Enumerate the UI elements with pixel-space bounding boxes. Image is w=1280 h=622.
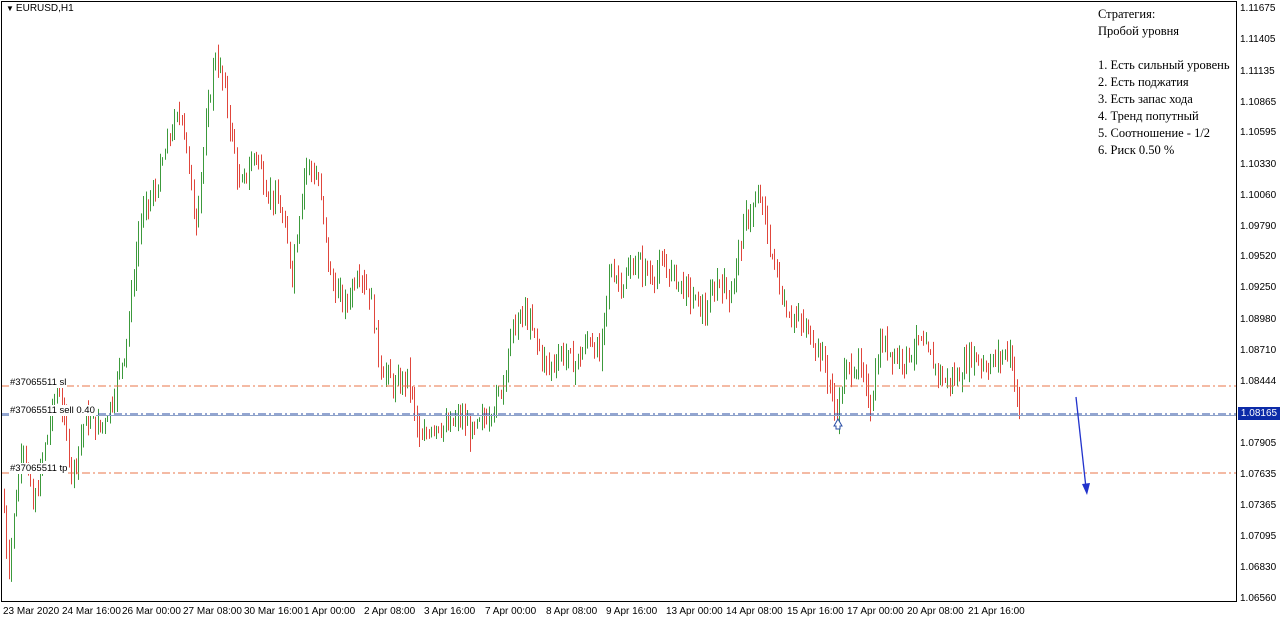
price-tick: 1.10595 — [1240, 127, 1277, 138]
time-tick: 26 Mar 00:00 — [122, 606, 181, 617]
strategy-name: Пробой уровня — [1098, 24, 1180, 38]
strategy-panel: Стратегия: Пробой уровня 1. Есть сильный… — [1098, 6, 1230, 159]
strategy-heading: Стратегия: — [1098, 7, 1156, 21]
take-profit-label[interactable]: #37065511 tp — [9, 463, 69, 474]
strategy-item: 6. Риск 0.50 % — [1098, 143, 1175, 157]
time-tick: 2 Apr 08:00 — [364, 606, 416, 617]
entry-order-label[interactable]: #37065511 sell 0.40 — [9, 405, 96, 416]
price-tick: 1.11135 — [1240, 66, 1275, 77]
stop-loss-label[interactable]: #37065511 sl — [9, 377, 68, 388]
price-tick: 1.08444 — [1240, 376, 1277, 387]
time-tick: 9 Apr 16:00 — [606, 606, 658, 617]
price-tick: 1.07635 — [1240, 469, 1277, 480]
candles — [4, 44, 1020, 582]
time-tick: 23 Mar 2020 — [3, 606, 60, 617]
price-tick: 1.06560 — [1240, 593, 1277, 604]
strategy-item: 2. Есть поджатия — [1098, 75, 1189, 89]
price-tick: 1.06830 — [1240, 562, 1277, 573]
chart-symbol-title: ▼ EURUSD,H1 — [6, 3, 74, 14]
price-tick: 1.10060 — [1240, 190, 1277, 201]
time-tick: 13 Apr 00:00 — [666, 606, 723, 617]
time-tick: 7 Apr 00:00 — [485, 606, 537, 617]
price-tick: 1.08980 — [1240, 314, 1277, 325]
time-tick: 24 Mar 16:00 — [62, 606, 121, 617]
strategy-item: 4. Тренд попутный — [1098, 109, 1199, 123]
price-tick: 1.11405 — [1240, 34, 1276, 45]
price-tick: 1.08710 — [1240, 345, 1277, 356]
price-tick: 1.07905 — [1240, 438, 1277, 449]
time-tick: 8 Apr 08:00 — [546, 606, 598, 617]
strategy-item: 3. Есть запас хода — [1098, 92, 1193, 106]
price-tick: 1.10330 — [1240, 159, 1277, 170]
current-price-tag: 1.08165 — [1238, 407, 1280, 420]
entry-arrow-icon — [833, 417, 843, 430]
price-tick: 1.09250 — [1240, 282, 1277, 293]
price-tick: 1.11675 — [1240, 3, 1276, 14]
dropdown-triangle-icon[interactable]: ▼ — [6, 4, 14, 13]
price-tick: 1.07365 — [1240, 500, 1277, 511]
chart-window[interactable]: ▼ EURUSD,H1 Стратегия: Пробой уровня 1. Е… — [0, 0, 1280, 622]
price-tick: 1.09520 — [1240, 251, 1277, 262]
price-tick: 1.07095 — [1240, 531, 1277, 542]
candlestick-chart[interactable] — [0, 0, 1280, 622]
time-tick: 20 Apr 08:00 — [907, 606, 964, 617]
time-tick: 3 Apr 16:00 — [424, 606, 476, 617]
price-tick: 1.09790 — [1240, 221, 1277, 232]
time-tick: 27 Mar 08:00 — [183, 606, 242, 617]
forecast-arrow-icon[interactable] — [1075, 396, 1090, 495]
time-tick: 1 Apr 00:00 — [304, 606, 356, 617]
price-tick: 1.10865 — [1240, 97, 1277, 108]
strategy-item: 1. Есть сильный уровень — [1098, 58, 1230, 72]
time-tick: 14 Apr 08:00 — [726, 606, 783, 617]
time-tick: 30 Mar 16:00 — [244, 606, 303, 617]
time-tick: 15 Apr 16:00 — [787, 606, 844, 617]
time-tick: 17 Apr 00:00 — [847, 606, 904, 617]
time-tick: 21 Apr 16:00 — [968, 606, 1025, 617]
strategy-item: 5. Соотношение - 1/2 — [1098, 126, 1211, 140]
